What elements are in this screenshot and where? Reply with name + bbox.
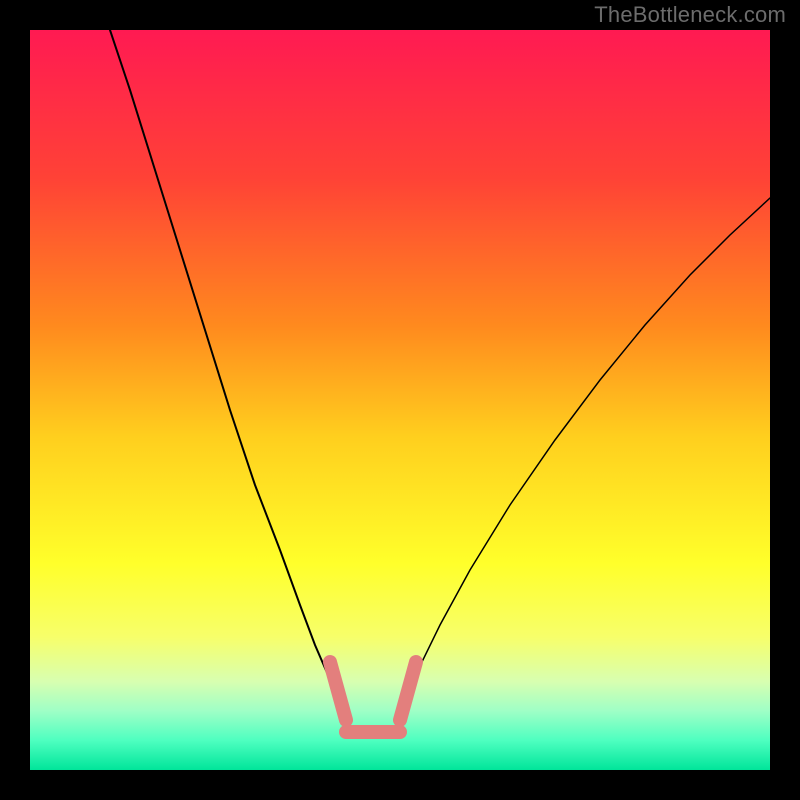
watermark-text: TheBottleneck.com — [594, 2, 786, 28]
chart-svg — [30, 30, 770, 770]
gradient-background — [30, 30, 770, 770]
chart-frame: TheBottleneck.com — [0, 0, 800, 800]
plot-area — [30, 30, 770, 770]
